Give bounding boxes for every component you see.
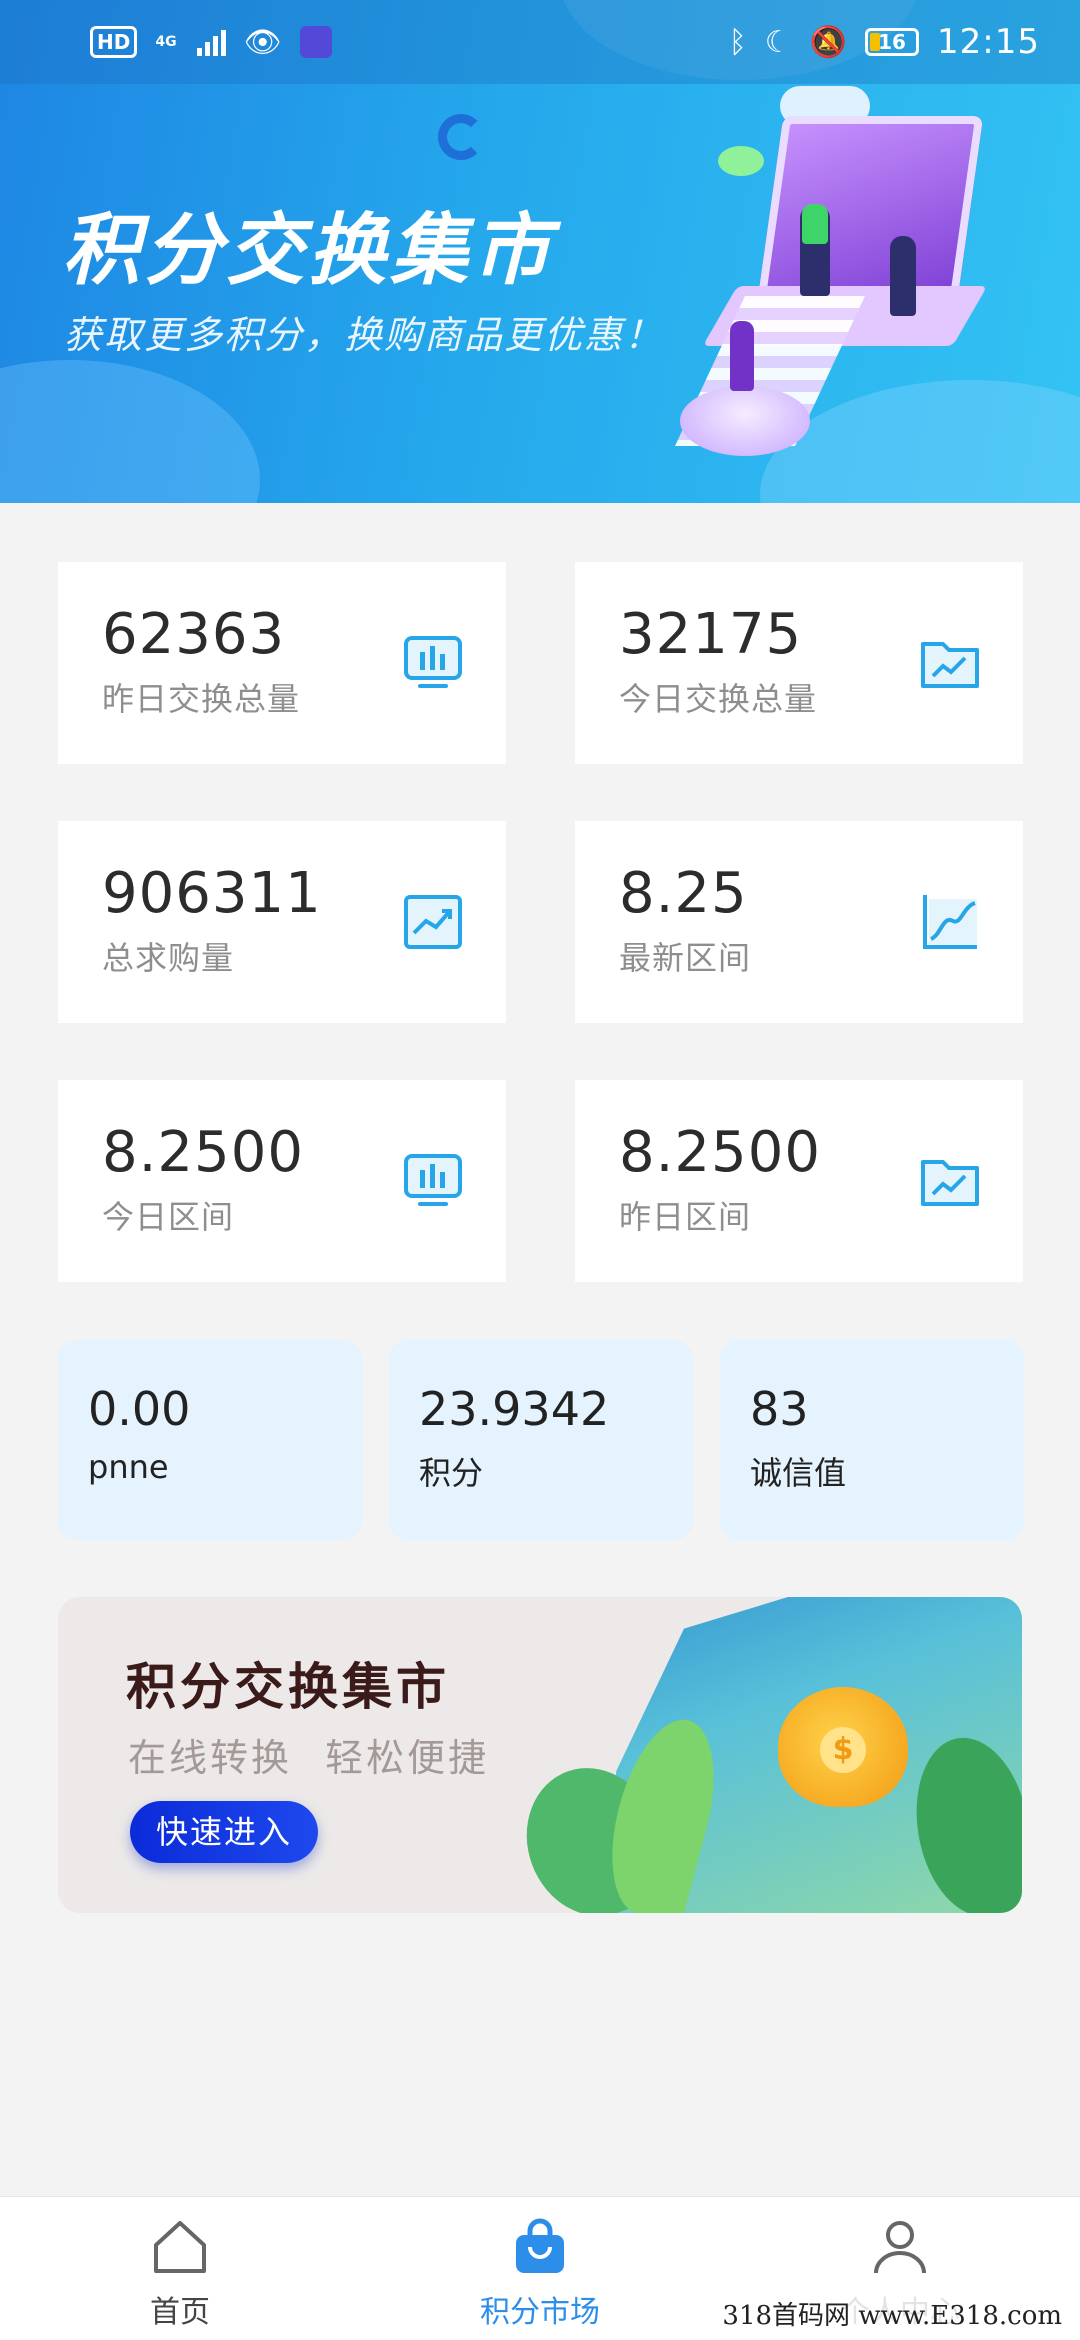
watermark: 318首码网 www.E318.com (718, 2295, 1066, 2332)
promo-title: 积分交换集市 (126, 1658, 450, 1716)
monitor-chart-icon (404, 636, 462, 688)
promo-subtitle: 在线转换 轻松便捷 (128, 1736, 490, 1780)
balance-card-credit[interactable]: 83 诚信值 (720, 1340, 1024, 1540)
stat-card-today-range[interactable]: 8.2500 今日区间 (58, 1080, 506, 1282)
balance-label: pnne (88, 1448, 169, 1486)
battery-icon: 16 (865, 28, 920, 56)
trend-chart-icon (404, 895, 462, 949)
shopping-bag-icon (516, 2218, 564, 2273)
status-bar: HD 4G 👁 ᛒ ☾ 🔕 16 12:15 (0, 0, 1080, 84)
clock: 12:15 (937, 22, 1040, 62)
hero-blob (0, 360, 260, 503)
balance-card-pnne[interactable]: 0.00 pnne (58, 1340, 362, 1540)
app-notification-icon (299, 26, 332, 58)
monitor-chart-icon (404, 1154, 462, 1206)
laptop-illustration (675, 86, 1010, 476)
promo-banner[interactable]: $ 积分交换集市 在线转换 轻松便捷 快速进入 (58, 1597, 1022, 1913)
stat-card-yesterday-range[interactable]: 8.2500 昨日区间 (575, 1080, 1023, 1282)
nav-label: 积分市场 (480, 2295, 600, 2330)
eye-icon: 👁 (243, 24, 282, 60)
hero-title: 积分交换集市 (62, 206, 555, 296)
balance-card-points[interactable]: 23.9342 积分 (389, 1340, 693, 1540)
bell-off-icon: 🔕 (809, 24, 848, 60)
home-icon (154, 2221, 206, 2273)
balance-label: 积分 (419, 1454, 484, 1492)
balance-value: 83 (750, 1382, 809, 1436)
user-icon (874, 2221, 926, 2274)
logo-swirl-icon (438, 114, 484, 160)
dollar-coin-icon: $ (820, 1727, 866, 1773)
network-type: 4G (155, 34, 177, 50)
line-chart-icon (923, 895, 977, 949)
hero-subtitle: 获取更多积分，换购商品更优惠！ (64, 313, 665, 357)
signal-icon (196, 28, 226, 56)
stat-card-yesterday-total[interactable]: 62363 昨日交换总量 (58, 562, 506, 764)
moon-icon: ☾ (764, 24, 792, 60)
bluetooth-icon: ᛒ (728, 24, 747, 60)
nav-item-points-market[interactable]: 积分市场 (440, 2217, 640, 2331)
hd-badge: HD (90, 26, 138, 58)
folder-chart-icon (921, 642, 979, 688)
stat-card-latest-range[interactable]: 8.25 最新区间 (575, 821, 1023, 1023)
balance-value: 23.9342 (419, 1382, 610, 1436)
balance-label: 诚信值 (750, 1454, 847, 1492)
hero-banner: HD 4G 👁 ᛒ ☾ 🔕 16 12:15 积分交换集市 获取更多积分，换购商… (0, 0, 1080, 503)
folder-chart-icon (921, 1160, 979, 1206)
stat-card-total-demand[interactable]: 906311 总求购量 (58, 821, 506, 1023)
balance-value: 0.00 (88, 1382, 191, 1436)
nav-item-home[interactable]: 首页 (80, 2217, 280, 2331)
stat-card-today-total[interactable]: 32175 今日交换总量 (575, 562, 1023, 764)
enter-now-button[interactable]: 快速进入 (130, 1801, 318, 1863)
nav-label: 首页 (150, 2295, 210, 2330)
